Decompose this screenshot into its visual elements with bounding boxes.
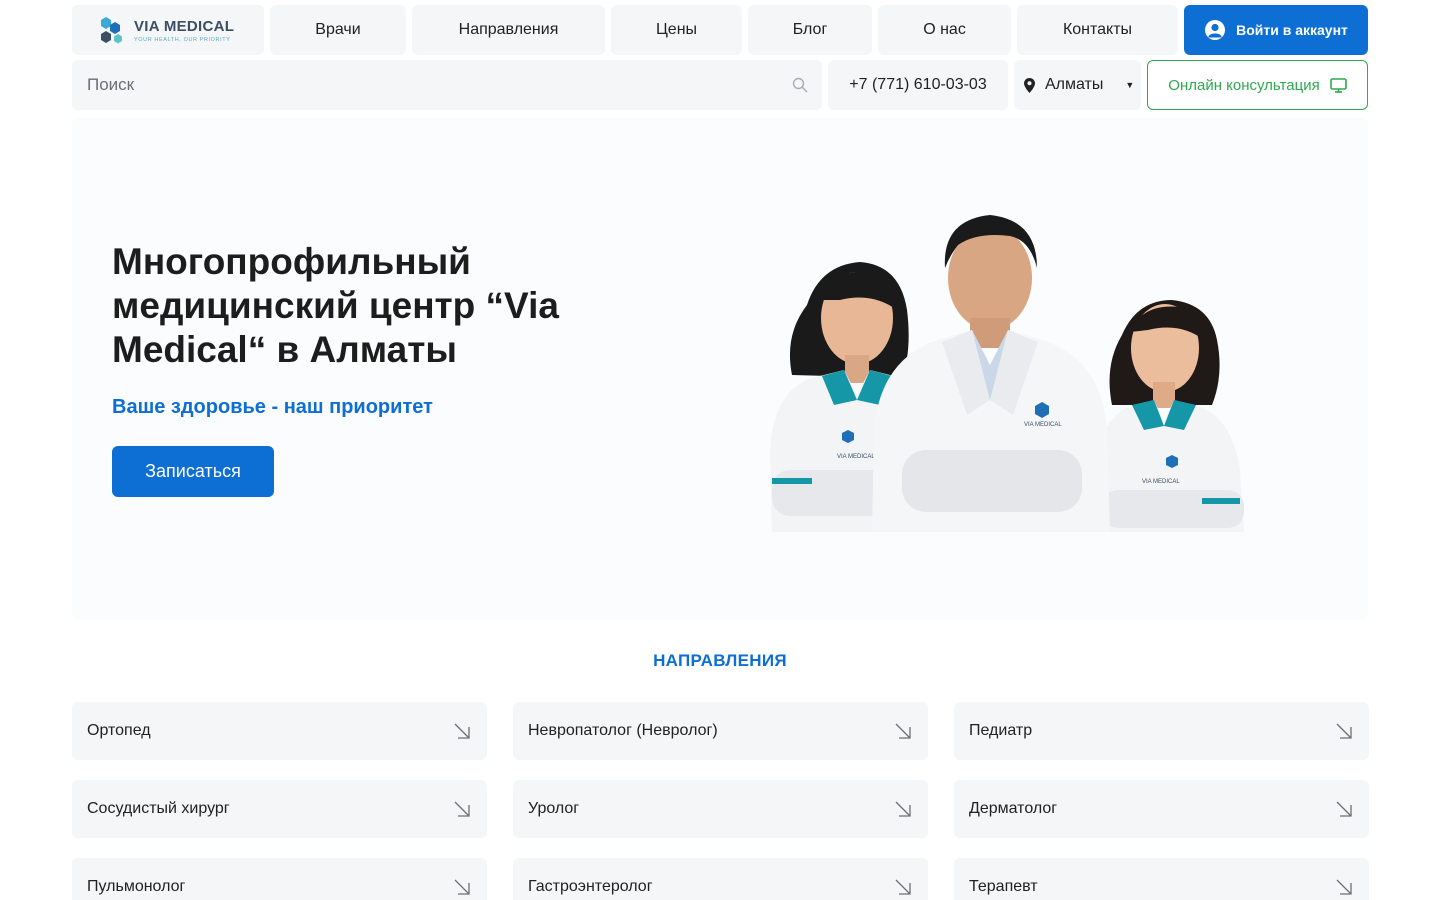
book-appointment-button[interactable]: Записаться xyxy=(112,446,274,497)
arrow-down-right-icon xyxy=(895,723,911,739)
arrow-down-right-icon xyxy=(1336,801,1352,817)
online-consultation-button[interactable]: Онлайн консультация xyxy=(1147,60,1368,110)
direction-card[interactable]: Невропатолог (Невролог) xyxy=(513,702,928,760)
search-icon[interactable] xyxy=(792,77,808,93)
direction-label: Ортопед xyxy=(87,722,151,739)
doctor-right-illustration: VIA MEDICAL xyxy=(1092,300,1244,532)
direction-card[interactable]: Дерматолог xyxy=(954,780,1369,838)
phone-number[interactable]: +7 (771) 610-03-03 xyxy=(828,60,1008,110)
direction-card[interactable]: Ортопед xyxy=(72,702,487,760)
search-box xyxy=(72,60,822,110)
direction-label: Гастроэнтеролог xyxy=(528,878,653,895)
direction-label: Невропатолог (Невролог) xyxy=(528,722,718,739)
search-input[interactable] xyxy=(87,75,792,95)
city-label: Алматы xyxy=(1045,76,1104,93)
arrow-down-right-icon xyxy=(1336,723,1352,739)
logo-tagline: YOUR HEALTH, OUR PRIORITY xyxy=(134,36,231,43)
logo[interactable]: VIA MEDICAL YOUR HEALTH, OUR PRIORITY xyxy=(72,5,264,55)
city-select[interactable]: Алматы ▼ xyxy=(1014,60,1141,110)
utility-bar: +7 (771) 610-03-03 Алматы ▼ Онлайн консу… xyxy=(72,60,1368,110)
arrow-down-right-icon xyxy=(454,801,470,817)
svg-text:VIA MEDICAL: VIA MEDICAL xyxy=(837,454,875,460)
nav-contacts[interactable]: Контакты xyxy=(1017,5,1178,55)
direction-label: Уролог xyxy=(528,800,580,817)
direction-card[interactable]: Педиатр xyxy=(954,702,1369,760)
direction-card[interactable]: Терапевт xyxy=(954,858,1369,900)
directions-grid: Ортопед Невропатолог (Невролог) Педиатр … xyxy=(72,702,1369,900)
monitor-icon xyxy=(1329,77,1347,93)
svg-text:VIA MEDICAL: VIA MEDICAL xyxy=(1024,422,1062,428)
doctor-center-illustration: VIA MEDICAL xyxy=(872,215,1110,532)
arrow-down-right-icon xyxy=(895,801,911,817)
direction-card[interactable]: Сосудистый хирург xyxy=(72,780,487,838)
hero-title: Многопрофильный медицинский центр “Via M… xyxy=(112,241,559,370)
login-button[interactable]: Войти в аккаунт xyxy=(1184,5,1368,55)
top-nav: VIA MEDICAL YOUR HEALTH, OUR PRIORITY Вр… xyxy=(72,5,1368,55)
svg-text:VIA MEDICAL: VIA MEDICAL xyxy=(1142,479,1180,485)
directions-title: НАПРАВЛЕНИЯ xyxy=(653,651,787,670)
login-label: Войти в аккаунт xyxy=(1236,22,1348,38)
online-consultation-label: Онлайн консультация xyxy=(1168,76,1320,94)
arrow-down-right-icon xyxy=(1336,879,1352,895)
arrow-down-right-icon xyxy=(895,879,911,895)
direction-label: Дерматолог xyxy=(969,800,1058,817)
nav-directions[interactable]: Направления xyxy=(412,5,605,55)
user-icon xyxy=(1205,20,1226,40)
direction-card[interactable]: Гастроэнтеролог xyxy=(513,858,928,900)
direction-label: Сосудистый хирург xyxy=(87,800,230,817)
nav-doctors[interactable]: Врачи xyxy=(270,5,406,55)
direction-card[interactable]: Уролог xyxy=(513,780,928,838)
direction-label: Педиатр xyxy=(969,722,1033,739)
direction-label: Пульмонолог xyxy=(87,878,186,895)
logo-hexagon-icon xyxy=(101,17,122,44)
nav-about[interactable]: О нас xyxy=(878,5,1011,55)
hero-section: Многопрофильный медицинский центр “Via M… xyxy=(72,118,1368,620)
direction-label: Терапевт xyxy=(969,878,1038,895)
nav-blog[interactable]: Блог xyxy=(748,5,872,55)
caret-down-icon: ▼ xyxy=(1125,80,1135,90)
nav-prices[interactable]: Цены xyxy=(611,5,742,55)
hero-subtitle: Ваше здоровье - наш приоритет xyxy=(112,396,433,418)
doctors-illustration: VIA MEDICAL VIA MEDICAL VIA MEDICAL xyxy=(770,215,1244,532)
direction-card[interactable]: Пульмонолог xyxy=(72,858,487,900)
logo-name: VIA MEDICAL xyxy=(134,17,235,35)
arrow-down-right-icon xyxy=(454,723,470,739)
location-pin-icon xyxy=(1024,77,1035,93)
arrow-down-right-icon xyxy=(454,879,470,895)
